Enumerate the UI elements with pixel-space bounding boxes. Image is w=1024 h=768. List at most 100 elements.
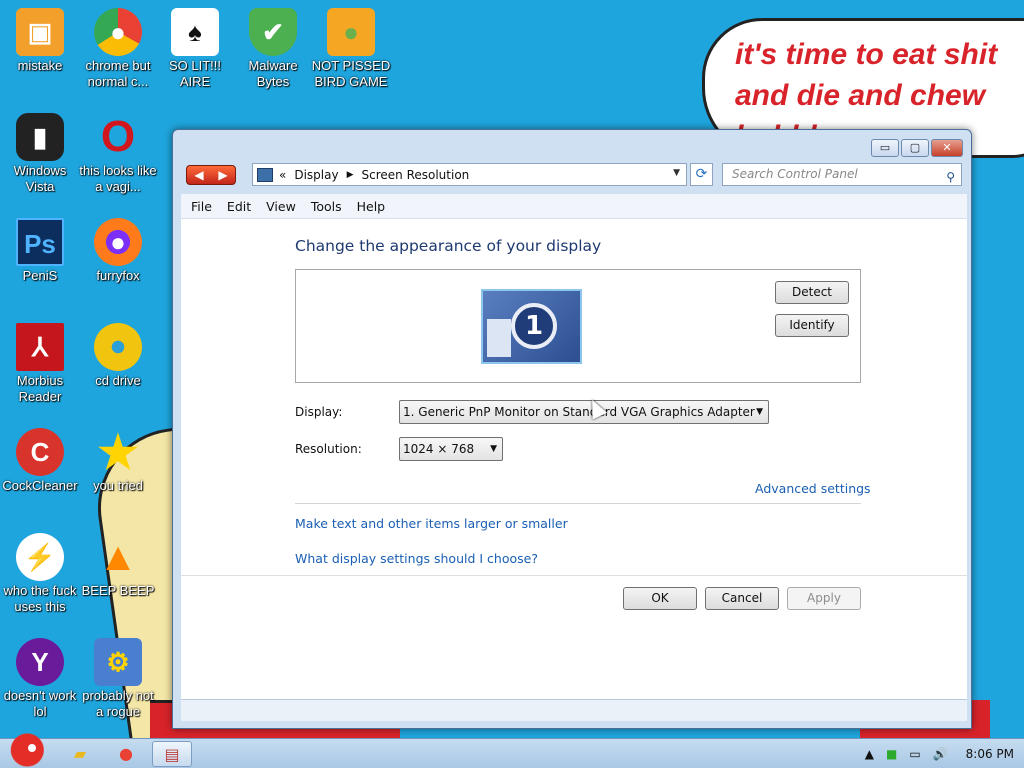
desktop-icon-chrome[interactable]: ● chrome but normal c... xyxy=(78,8,158,90)
identify-button[interactable]: Identify xyxy=(775,314,849,337)
desktop-icon-label: PeniS xyxy=(22,268,58,283)
content-area: Change the appearance of your display 1 … xyxy=(181,218,967,718)
address-dropdown-icon[interactable]: ▼ xyxy=(673,168,680,178)
ok-button[interactable]: OK xyxy=(623,587,697,610)
star-icon: ★ xyxy=(97,426,139,478)
desktop-icon-label: Morbius Reader xyxy=(16,373,64,404)
show-hidden-icons-icon[interactable]: ▲ xyxy=(865,747,874,761)
desktop-icon-windows-vista[interactable]: ▮ Windows Vista xyxy=(0,113,80,195)
advanced-settings-link[interactable]: Advanced settings xyxy=(755,481,871,496)
desktop-icon-solitaire[interactable]: ♠ SO LIT!!! AIRE xyxy=(155,8,235,90)
desktop-icon-bird-game[interactable]: ● NOT PISSED BIRD GAME xyxy=(311,8,391,90)
volume-icon[interactable]: 🔊 xyxy=(933,747,948,761)
desktop-icon-yahoo[interactable]: Y doesn't work lol xyxy=(0,638,80,720)
desktop-icon-rogue[interactable]: ⚙ probably not a rogue xyxy=(78,638,158,720)
desktop-icon-firefox[interactable]: ● furryfox xyxy=(78,218,158,284)
cancel-button[interactable]: Cancel xyxy=(705,587,779,610)
detect-button[interactable]: Detect xyxy=(775,281,849,304)
monitor-preview-box: 1 Detect Identify xyxy=(295,269,861,383)
disc-icon xyxy=(94,323,142,371)
minimize-button[interactable]: ▭ xyxy=(871,139,899,157)
chevron-down-icon: ▼ xyxy=(756,407,763,417)
desktop-icon-ccleaner[interactable]: C CockCleaner xyxy=(0,428,80,494)
monitor-window-thumb xyxy=(487,319,511,357)
menu-tools[interactable]: Tools xyxy=(311,199,342,214)
desktop-icon-you-tried[interactable]: ★ you tried xyxy=(78,428,158,494)
control-panel-icon xyxy=(257,167,273,182)
desktop-icon-unused-app[interactable]: ⚡ who the fuck uses this xyxy=(0,533,80,615)
system-tray: ▲ ■ ▭ 🔊 8:06 PM xyxy=(865,739,1014,768)
solitaire-icon: ♠ xyxy=(171,8,219,56)
resolution-select[interactable]: 1024 × 768 ▼ xyxy=(399,437,503,461)
close-button[interactable]: ✕ xyxy=(931,139,963,157)
lightning-icon: ⚡ xyxy=(16,533,64,581)
desktop-icon-label: SO LIT!!! AIRE xyxy=(168,58,221,89)
search-input[interactable]: Search Control Panel ⚲ xyxy=(722,163,962,186)
breadcrumb-display[interactable]: Display xyxy=(294,168,338,182)
ccleaner-icon: C xyxy=(16,428,64,476)
desktop-icon-opera[interactable]: O this looks like a vagi... xyxy=(78,113,158,195)
window-controls: ▭ ▢ ✕ xyxy=(871,139,963,157)
display-select-value: 1. Generic PnP Monitor on Standard VGA G… xyxy=(403,405,755,419)
taskbar: ▰ ● ▤ ▲ ■ ▭ 🔊 8:06 PM xyxy=(0,731,1024,768)
display-label: Display: xyxy=(295,405,343,419)
menu-view[interactable]: View xyxy=(266,199,296,214)
forward-arrow-icon[interactable]: ▶ xyxy=(218,166,227,184)
desktop-icon-label: furryfox xyxy=(96,268,140,283)
menu-edit[interactable]: Edit xyxy=(227,199,251,214)
desktop-icon-mistake[interactable]: ▣ mistake xyxy=(0,8,80,74)
text-size-link[interactable]: Make text and other items larger or smal… xyxy=(295,516,568,531)
desktop-icon-label: chrome but normal c... xyxy=(85,58,151,89)
address-bar[interactable]: « Display ▶ Screen Resolution ▼ xyxy=(252,163,687,186)
search-placeholder: Search Control Panel xyxy=(732,167,858,181)
desktop-icon-label: Windows Vista xyxy=(13,163,67,194)
desktop-icon-label: BEEP BEEP xyxy=(81,583,155,598)
breadcrumb-screen-resolution[interactable]: Screen Resolution xyxy=(362,168,470,182)
display-select[interactable]: 1. Generic PnP Monitor on Standard VGA G… xyxy=(399,400,769,424)
opera-icon: O xyxy=(100,112,136,161)
maximize-button[interactable]: ▢ xyxy=(901,139,929,157)
page-title: Change the appearance of your display xyxy=(295,237,602,255)
desktop-icon-label: who the fuck uses this xyxy=(3,583,77,614)
folder-icon: ▰ xyxy=(73,744,87,763)
desktop-icon-vlc[interactable]: ▲ BEEP BEEP xyxy=(78,533,158,599)
menu-help[interactable]: Help xyxy=(357,199,386,214)
computer-icon: ▣ xyxy=(16,8,64,56)
taskbar-control-panel[interactable]: ▤ xyxy=(152,741,192,767)
desktop-icon-label: doesn't work lol xyxy=(3,688,77,719)
pig-icon: ● xyxy=(327,8,375,56)
clock[interactable]: 8:06 PM xyxy=(966,747,1014,761)
taskbar-chrome[interactable]: ● xyxy=(106,741,146,767)
desktop-icon-label: NOT PISSED BIRD GAME xyxy=(311,58,391,89)
monitor-tray-icon[interactable]: ▭ xyxy=(909,747,920,761)
chrome-icon: ● xyxy=(94,8,142,56)
desktop-icon-label: cd drive xyxy=(95,373,141,388)
desktop-icon-pdf-reader[interactable]: ⅄ Morbius Reader xyxy=(0,323,80,405)
desktop-icon-photoshop[interactable]: Ps PeniS xyxy=(0,218,80,284)
start-button[interactable] xyxy=(2,731,48,768)
apply-button[interactable]: Apply xyxy=(787,587,861,610)
chevron-down-icon: ▼ xyxy=(490,444,497,454)
search-icon[interactable]: ⚲ xyxy=(946,167,955,188)
display-help-link[interactable]: What display settings should I choose? xyxy=(295,551,538,566)
desktop-icon-label: probably not a rogue xyxy=(82,688,154,719)
yahoo-icon: Y xyxy=(16,638,64,686)
desktop-icon-cd-drive[interactable]: cd drive xyxy=(78,323,158,389)
angry-bird-start-icon xyxy=(28,744,36,752)
footer-divider xyxy=(181,575,967,576)
monitor-1-preview[interactable]: 1 xyxy=(481,289,582,364)
taskbar-explorer[interactable]: ▰ xyxy=(60,741,100,767)
breadcrumb-chevron-icon: « xyxy=(279,167,287,182)
refresh-button[interactable]: ⟳ xyxy=(690,163,713,186)
back-arrow-icon[interactable]: ◀ xyxy=(194,166,203,184)
gears-icon: ⚙ xyxy=(94,638,142,686)
photoshop-icon: Ps xyxy=(16,218,64,266)
network-icon[interactable]: ■ xyxy=(886,747,897,761)
pdf-icon: ⅄ xyxy=(16,323,64,371)
menu-bar: File Edit View Tools Help xyxy=(181,194,967,218)
desktop-icon-malwarebytes[interactable]: ✔ Malware Bytes xyxy=(233,8,313,90)
screen-resolution-window: ▭ ▢ ✕ ◀ ▶ « Display ▶ Screen Resolution … xyxy=(172,129,972,729)
trash-icon: ▮ xyxy=(16,113,64,161)
menu-file[interactable]: File xyxy=(191,199,212,214)
back-forward-buttons[interactable]: ◀ ▶ xyxy=(186,165,236,185)
